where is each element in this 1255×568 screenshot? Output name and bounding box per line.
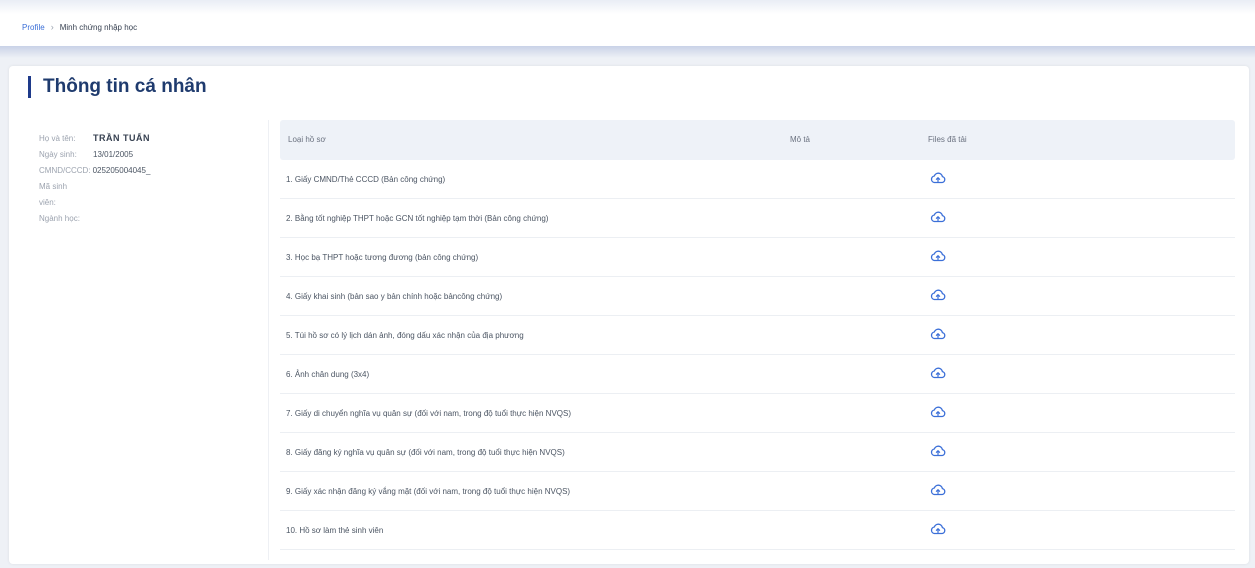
column-divider [268, 120, 269, 560]
profile-name-row: Họ và tên: TRẦN TUẤN [39, 130, 259, 147]
document-type: 1. Giấy CMND/Thẻ CCCD (Bản công chứng) [286, 175, 446, 184]
document-type: 7. Giấy di chuyển nghĩa vụ quân sự (đối … [286, 409, 571, 418]
cloud-upload-icon[interactable] [930, 483, 946, 497]
page-title: Thông tin cá nhân [43, 76, 207, 97]
table-row: 4. Giấy khai sinh (bản sao y bản chính h… [280, 277, 1235, 316]
table-row: 5. Túi hồ sơ có lý lịch dán ảnh, đóng dấ… [280, 316, 1235, 355]
documents-table: Loại hồ sơ Mô tả Files đã tải 1. Giấy CM… [280, 120, 1235, 550]
title-accent-bar [28, 76, 31, 98]
breadcrumb-current: Minh chứng nhập học [59, 22, 138, 32]
cloud-upload-icon[interactable] [930, 444, 946, 458]
cloud-upload-icon[interactable] [930, 171, 946, 185]
table-header: Loại hồ sơ Mô tả Files đã tải [280, 120, 1235, 160]
document-type: 8. Giấy đăng ký nghĩa vụ quân sự (đối vớ… [286, 448, 565, 457]
breadcrumb-profile-link[interactable]: Profile [22, 23, 45, 32]
dob-value: 13/01/2005 [93, 150, 134, 159]
profile-info: Họ và tên: TRẦN TUẤN Ngày sinh: 13/01/20… [39, 130, 259, 227]
table-row: 7. Giấy di chuyển nghĩa vụ quân sự (đối … [280, 394, 1235, 433]
id-label: CMND/CCCD: [39, 166, 91, 175]
id-value: 025205004045_ [92, 166, 151, 175]
profile-major-row: Ngành học: [39, 211, 259, 227]
table-row: 10. Hồ sơ làm thẻ sinh viên [280, 511, 1235, 550]
breadcrumb-separator-icon: › [50, 22, 54, 32]
header-uploaded-files: Files đã tải [928, 135, 967, 144]
table-body: 1. Giấy CMND/Thẻ CCCD (Bản công chứng) 2.… [280, 160, 1235, 550]
table-row: 9. Giấy xác nhận đăng ký vắng mặt (đối v… [280, 472, 1235, 511]
header-band [0, 46, 1255, 58]
top-bar: Profile › Minh chứng nhập học [0, 0, 1255, 50]
header-description: Mô tả [790, 135, 811, 144]
dob-label: Ngày sinh: [39, 150, 77, 159]
document-type: 10. Hồ sơ làm thẻ sinh viên [286, 526, 384, 535]
cloud-upload-icon[interactable] [930, 366, 946, 380]
table-row: 3. Học bạ THPT hoặc tương đương (bản côn… [280, 238, 1235, 277]
profile-id-row: CMND/CCCD: 025205004045_ [39, 163, 259, 179]
profile-student-id-row-1: Mã sinh [39, 179, 259, 195]
section-header: Thông tin cá nhân [28, 76, 207, 98]
document-type: 2. Bằng tốt nghiệp THPT hoặc GCN tốt ngh… [286, 214, 549, 223]
table-row: 1. Giấy CMND/Thẻ CCCD (Bản công chứng) [280, 160, 1235, 199]
table-row: 2. Bằng tốt nghiệp THPT hoặc GCN tốt ngh… [280, 199, 1235, 238]
student-id-label: Mã sinh [39, 182, 68, 191]
name-value: TRẦN TUẤN [93, 133, 150, 143]
cloud-upload-icon[interactable] [930, 522, 946, 536]
cloud-upload-icon[interactable] [930, 210, 946, 224]
document-type: 6. Ảnh chân dung (3x4) [286, 370, 370, 379]
document-type: 3. Học bạ THPT hoặc tương đương (bản côn… [286, 253, 479, 262]
document-type: 4. Giấy khai sinh (bản sao y bản chính h… [286, 292, 503, 301]
major-label: Ngành học: [39, 214, 80, 223]
cloud-upload-icon[interactable] [930, 249, 946, 263]
breadcrumb: Profile › Minh chứng nhập học [22, 22, 137, 32]
student-id-label-cont: viên: [39, 198, 56, 207]
profile-student-id-row-2: viên: [39, 195, 259, 211]
table-row: 8. Giấy đăng ký nghĩa vụ quân sự (đối vớ… [280, 433, 1235, 472]
cloud-upload-icon[interactable] [930, 327, 946, 341]
cloud-upload-icon[interactable] [930, 288, 946, 302]
document-type: 5. Túi hồ sơ có lý lịch dán ảnh, đóng dấ… [286, 331, 524, 340]
name-label: Họ và tên: [39, 134, 76, 143]
header-doc-type: Loại hồ sơ [288, 135, 326, 144]
document-type: 9. Giấy xác nhận đăng ký vắng mặt (đối v… [286, 487, 571, 496]
cloud-upload-icon[interactable] [930, 405, 946, 419]
table-row: 6. Ảnh chân dung (3x4) [280, 355, 1235, 394]
profile-dob-row: Ngày sinh: 13/01/2005 [39, 147, 259, 163]
